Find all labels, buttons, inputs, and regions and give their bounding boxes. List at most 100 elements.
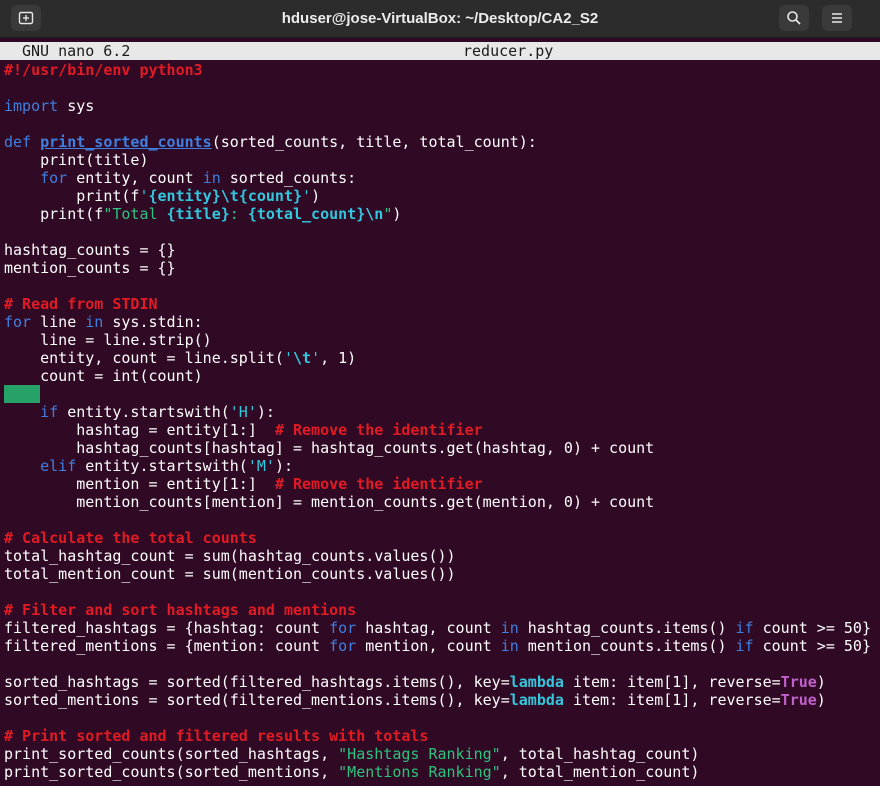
code-line: elif entity.startswith('M'): xyxy=(4,457,880,475)
code-line: print_sorted_counts(sorted_hashtags, "Ha… xyxy=(4,745,880,763)
code-token: mention_counts[mention] = mention_counts… xyxy=(4,493,655,511)
code-line: for line in sys.stdin: xyxy=(4,313,880,331)
code-token: "Hashtags Ranking" xyxy=(338,745,501,763)
code-token: print_sorted_counts xyxy=(40,133,212,151)
code-token: \t xyxy=(220,187,239,205)
code-token: lambda xyxy=(509,691,564,709)
code-token: ) xyxy=(816,673,826,691)
code-token: hashtag_counts = {} xyxy=(4,241,176,259)
code-token: {total_count} xyxy=(247,205,366,223)
code-token: hashtag, count xyxy=(356,619,501,637)
code-token: ) xyxy=(392,205,402,223)
code-token: in xyxy=(202,169,221,187)
search-button[interactable] xyxy=(779,5,809,31)
code-token: for xyxy=(329,637,357,655)
code-line xyxy=(4,385,880,403)
code-token: hashtag_counts[hashtag] = hashtag_counts… xyxy=(4,439,655,457)
code-token: filtered_mentions = {mention: count xyxy=(4,637,330,655)
code-line: mention_counts[mention] = mention_counts… xyxy=(4,493,880,511)
code-token: {count} xyxy=(238,187,303,205)
code-line: print(title) xyxy=(4,151,880,169)
code-token: mention_counts.items() xyxy=(518,637,736,655)
code-token: count >= 50} xyxy=(753,637,871,655)
code-token: lambda xyxy=(509,673,564,691)
code-token: \n xyxy=(365,205,384,223)
code-token: print(title) xyxy=(4,151,149,169)
code-token: mention, count xyxy=(356,637,501,655)
code-token: # Print sorted and filtered results with… xyxy=(4,727,429,745)
code-line: filtered_hashtags = {hashtag: count for … xyxy=(4,619,880,637)
code-line: print(f"Total {title}: {total_count}\n") xyxy=(4,205,880,223)
code-token: #!/usr/bin/env python3 xyxy=(4,61,203,79)
code-token: "Mentions Ranking" xyxy=(338,763,501,781)
code-token: " xyxy=(383,205,393,223)
code-line: import sys xyxy=(4,97,880,115)
code-line: sorted_mentions = sorted(filtered_mentio… xyxy=(4,691,880,709)
code-token: total_hashtag_count = sum(hashtag_counts… xyxy=(4,547,456,565)
code-token: hashtag_counts.items() xyxy=(518,619,736,637)
code-token: ' xyxy=(283,349,293,367)
code-token: sorted_counts: xyxy=(220,169,357,187)
code-token: ' xyxy=(302,187,312,205)
code-token: hashtag = entity[1:] xyxy=(4,421,275,439)
code-token: , total_hashtag_count) xyxy=(500,745,700,763)
code-line: # Print sorted and filtered results with… xyxy=(4,727,880,745)
code-token: if xyxy=(735,637,754,655)
code-token: in xyxy=(85,313,104,331)
code-token: ): xyxy=(274,457,293,475)
search-icon xyxy=(787,11,801,25)
code-line: entity, count = line.split('\t', 1) xyxy=(4,349,880,367)
code-line: #!/usr/bin/env python3 xyxy=(4,61,880,79)
nano-header-bar: GNU nano 6.2 reducer.py xyxy=(0,42,880,60)
code-token: ' xyxy=(139,187,149,205)
code-token: sys.stdin: xyxy=(103,313,203,331)
code-token: True xyxy=(780,673,817,691)
code-token: ): xyxy=(256,403,275,421)
code-line: sorted_hashtags = sorted(filtered_hashta… xyxy=(4,673,880,691)
code-token: # Remove the identifier xyxy=(274,421,483,439)
hamburger-menu-icon xyxy=(832,13,842,23)
code-editor[interactable]: #!/usr/bin/env python3 import sys def prin… xyxy=(4,61,880,781)
code-line: if entity.startswith('H'): xyxy=(4,403,880,421)
code-token: 'H' xyxy=(229,403,257,421)
code-token: ) xyxy=(816,691,826,709)
code-token: line = line.strip() xyxy=(4,331,212,349)
code-token: entity.startswith( xyxy=(76,457,248,475)
code-token: in xyxy=(500,637,519,655)
code-line: total_mention_count = sum(mention_counts… xyxy=(4,565,880,583)
code-token: mention_counts = {} xyxy=(4,259,176,277)
code-token: print_sorted_counts(sorted_hashtags, xyxy=(4,745,339,763)
code-token: print(f xyxy=(4,187,140,205)
code-token: if xyxy=(40,403,59,421)
code-line: print(f'{entity}\t{count}') xyxy=(4,187,880,205)
code-token: for xyxy=(40,169,68,187)
code-token: # Read from STDIN xyxy=(4,295,158,313)
code-token: mention = entity[1:] xyxy=(4,475,275,493)
code-line: # Calculate the total counts xyxy=(4,529,880,547)
code-token: # Remove the identifier xyxy=(274,475,483,493)
code-token: def xyxy=(4,133,32,151)
code-line: hashtag_counts = {} xyxy=(4,241,880,259)
window-title: hduser@jose-VirtualBox: ~/Desktop/CA2_S2 xyxy=(281,10,599,27)
code-token: count >= 50} xyxy=(753,619,871,637)
code-line: count = int(count) xyxy=(4,367,880,385)
code-line: filtered_mentions = {mention: count for … xyxy=(4,637,880,655)
code-line: mention_counts = {} xyxy=(4,259,880,277)
code-token: for xyxy=(4,313,32,331)
code-line: mention = entity[1:] # Remove the identi… xyxy=(4,475,880,493)
code-token: count = int(count) xyxy=(4,367,203,385)
code-token: , 1) xyxy=(320,349,357,367)
code-token: (sorted_counts, title, total_count): xyxy=(211,133,537,151)
code-token: {title} xyxy=(166,205,230,223)
menu-button[interactable] xyxy=(822,5,852,31)
code-line: # Filter and sort hashtags and mentions xyxy=(4,601,880,619)
code-token: ' xyxy=(311,349,321,367)
